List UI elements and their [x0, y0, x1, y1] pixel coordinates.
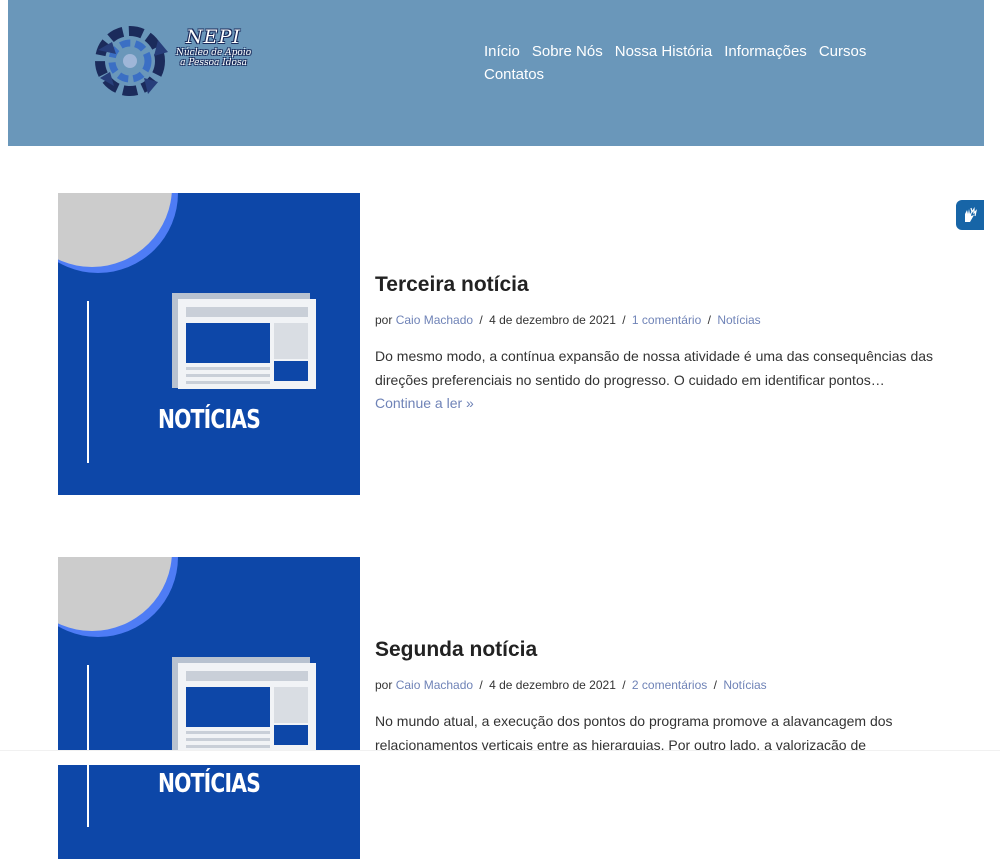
logo-title: NEPI: [186, 26, 241, 48]
post-card: NOTÍCIAS Terceira notícia por Caio Macha…: [58, 193, 958, 495]
sign-language-hands-icon: [965, 207, 977, 222]
excerpt-text: Do mesmo modo, a contínua expansão de no…: [375, 348, 934, 388]
post-thumbnail[interactable]: NOTÍCIAS: [58, 193, 360, 495]
post-meta: por Caio Machado / 4 de dezembro de 2021…: [375, 678, 935, 692]
logo-text: NEPI Núcleo de Apoio a Pessoa Idosa: [176, 26, 251, 68]
nav-item-inicio[interactable]: Início: [484, 40, 520, 63]
excerpt-text: No mundo atual, a execução dos pontos do…: [375, 713, 893, 753]
post-author-link[interactable]: Caio Machado: [396, 678, 473, 692]
post-title[interactable]: Terceira notícia: [375, 273, 935, 297]
hands-circle-logo-icon: [95, 26, 168, 96]
post-excerpt: Do mesmo modo, a contínua expansão de no…: [375, 345, 935, 416]
post-card: NOTÍCIAS Segunda notícia por Caio Machad…: [58, 557, 958, 859]
meta-separator: /: [622, 678, 626, 692]
nav-item-contatos[interactable]: Contatos: [484, 63, 544, 86]
thumbnail-label: NOTÍCIAS: [157, 405, 261, 435]
nav-item-cursos[interactable]: Cursos: [819, 40, 867, 63]
nav-item-nossa-historia[interactable]: Nossa História: [615, 40, 713, 63]
logo-subtitle-line2: a Pessoa Idosa: [180, 58, 247, 68]
read-more-link[interactable]: Continue a ler »: [375, 395, 474, 411]
post-date: 4 de dezembro de 2021: [489, 313, 616, 327]
meta-separator: /: [707, 313, 711, 327]
post-comments-link[interactable]: 2 comentários: [632, 678, 707, 692]
newspaper-thumbnail-icon: [58, 557, 360, 859]
logo-subtitle-line1: Núcleo de Apoio: [176, 48, 252, 58]
meta-by: por: [375, 313, 393, 327]
meta-separator: /: [713, 678, 717, 692]
meta-by: por: [375, 678, 393, 692]
main-navigation: Início Sobre Nós Nossa História Informações…: [484, 40, 904, 86]
thumbnail-label: NOTÍCIAS: [157, 769, 261, 799]
post-date: 4 de dezembro de 2021: [489, 678, 616, 692]
post-category-link[interactable]: Notícias: [723, 678, 766, 692]
site-header: NEPI Núcleo de Apoio a Pessoa Idosa Iníc…: [8, 0, 984, 146]
viewport-bottom-edge: [0, 750, 1000, 765]
newspaper-thumbnail-icon: [58, 193, 360, 495]
meta-separator: /: [622, 313, 626, 327]
post-category-link[interactable]: Notícias: [717, 313, 760, 327]
post-author-link[interactable]: Caio Machado: [396, 313, 473, 327]
accessibility-button[interactable]: [956, 200, 984, 230]
meta-separator: /: [479, 313, 483, 327]
meta-separator: /: [479, 678, 483, 692]
post-comments-link[interactable]: 1 comentário: [632, 313, 701, 327]
post-thumbnail[interactable]: NOTÍCIAS: [58, 557, 360, 859]
site-logo[interactable]: NEPI Núcleo de Apoio a Pessoa Idosa: [88, 20, 268, 102]
post-body: Terceira notícia por Caio Machado / 4 de…: [375, 273, 935, 430]
nav-item-sobre-nos[interactable]: Sobre Nós: [532, 40, 603, 63]
post-title[interactable]: Segunda notícia: [375, 638, 935, 662]
nav-item-informacoes[interactable]: Informações: [724, 40, 807, 63]
post-meta: por Caio Machado / 4 de dezembro de 2021…: [375, 313, 935, 327]
